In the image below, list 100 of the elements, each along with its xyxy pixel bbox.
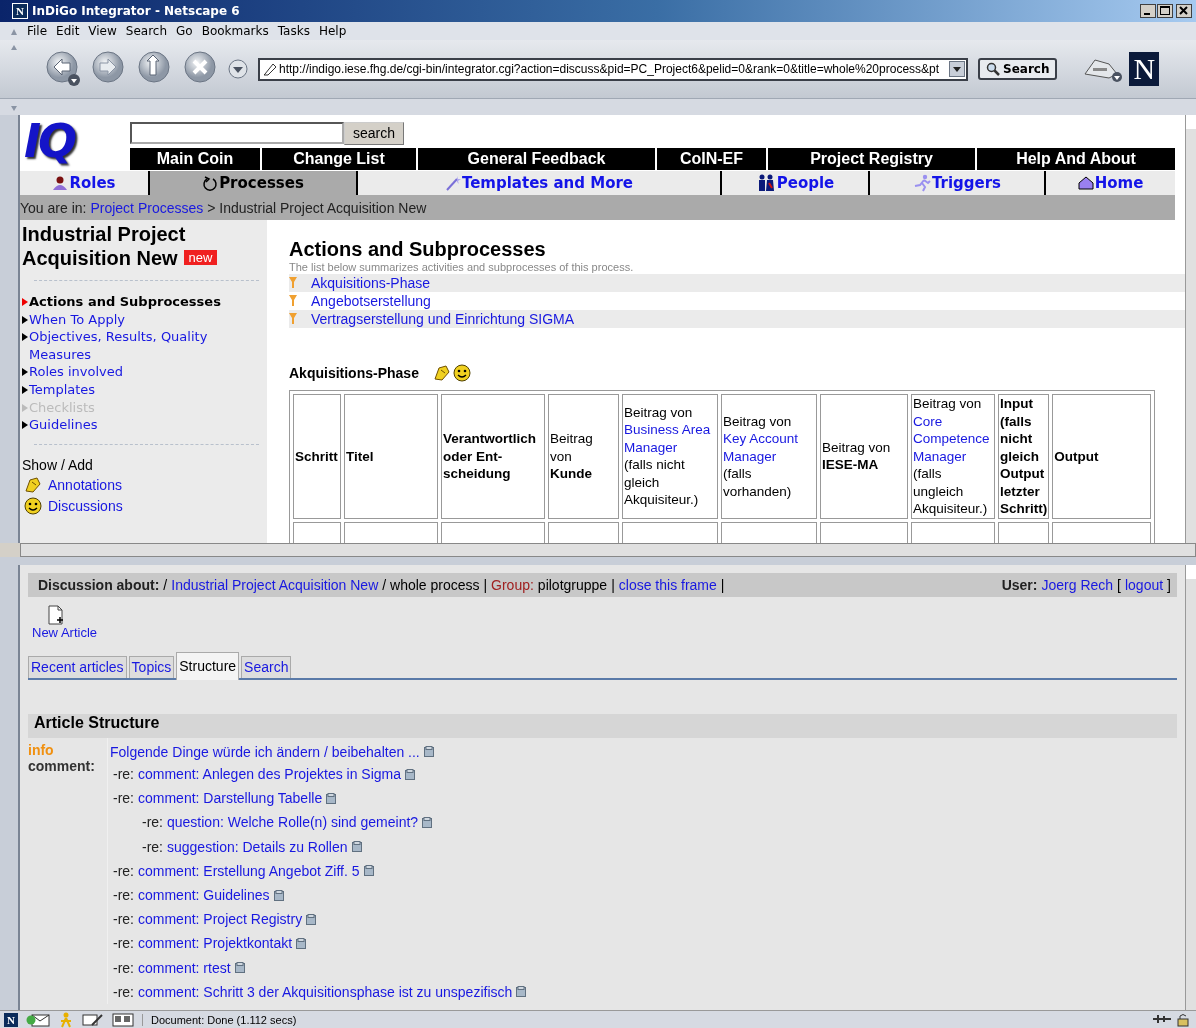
menu-item[interactable]: File bbox=[27, 24, 48, 38]
minimize-icon[interactable] bbox=[1140, 4, 1156, 18]
sidebar-link[interactable]: Templates bbox=[29, 380, 96, 399]
nav-tab[interactable]: Triggers bbox=[870, 171, 1044, 195]
history-dropdown-icon[interactable] bbox=[228, 59, 248, 79]
context-text: pilotgruppe bbox=[537, 577, 608, 593]
menu-item[interactable]: Tasks bbox=[277, 24, 310, 38]
tab[interactable]: Topics bbox=[128, 656, 175, 678]
composer-icon[interactable] bbox=[82, 1012, 104, 1027]
label-text: User: bbox=[1001, 577, 1038, 593]
sidebar-link[interactable]: When To Apply bbox=[29, 310, 125, 329]
nav-tab[interactable]: Templates and More bbox=[358, 171, 720, 195]
vertical-scrollbar[interactable] bbox=[1185, 565, 1196, 1010]
article-link[interactable]: comment: Darstellung Tabelle bbox=[138, 790, 323, 807]
sidebar-link[interactable]: Guidelines bbox=[29, 416, 98, 434]
nav-tab[interactable]: Home bbox=[1046, 171, 1175, 195]
new-article-link[interactable]: New Article bbox=[32, 625, 98, 640]
article-link[interactable]: comment: Erstellung Angebot Ziff. 5 bbox=[138, 862, 360, 879]
search-button[interactable]: search bbox=[344, 121, 405, 145]
breadcrumb-link[interactable]: Project Processes bbox=[90, 199, 204, 216]
document-icon[interactable] bbox=[516, 986, 528, 998]
document-icon[interactable] bbox=[273, 889, 285, 901]
maximize-icon[interactable] bbox=[1157, 4, 1173, 18]
close-icon[interactable] bbox=[1176, 4, 1192, 18]
smiley-icon bbox=[24, 496, 42, 515]
article-link[interactable]: comment: Schritt 3 der Akquisitionsphase ist zu unspezifisch bbox=[138, 983, 513, 1000]
nav-link[interactable]: Main Coin bbox=[130, 148, 260, 170]
menu-item[interactable]: View bbox=[88, 24, 117, 38]
document-icon[interactable] bbox=[326, 792, 338, 804]
dropdown-icon[interactable] bbox=[949, 61, 965, 77]
menu-item[interactable]: Bookmarks bbox=[201, 24, 269, 38]
article-link[interactable]: comment: Anlegen des Projektes in Sigma bbox=[138, 766, 402, 783]
article-link[interactable]: suggestion: Details zu Rollen bbox=[167, 838, 348, 855]
subprocess-link[interactable]: Vertragserstellung und Einrichtung SIGMA bbox=[311, 311, 575, 327]
document-icon[interactable] bbox=[422, 816, 434, 828]
reply-prefix: -re: bbox=[142, 814, 163, 831]
sidebar-link[interactable]: Roles involved bbox=[29, 363, 123, 381]
link[interactable]: Industrial Project Acquisition New bbox=[171, 577, 379, 593]
subprocess-link[interactable]: Akquisitions-Phase bbox=[311, 275, 431, 291]
sidebar-link[interactable]: Actions and Subprocesses bbox=[29, 293, 221, 311]
document-icon[interactable] bbox=[423, 746, 435, 757]
sidebar-link[interactable]: Discussions bbox=[48, 497, 123, 514]
article-link[interactable]: comment: Project Registry bbox=[138, 911, 303, 928]
link[interactable]: logout bbox=[1124, 577, 1164, 593]
role-link[interactable]: Core Competence Manager bbox=[913, 412, 993, 465]
mail-icon[interactable] bbox=[26, 1012, 50, 1027]
article-link[interactable]: comment: Guidelines bbox=[138, 887, 270, 904]
nav-link[interactable]: Project Registry bbox=[768, 148, 975, 170]
column-header: Output bbox=[1052, 394, 1151, 519]
horizontal-scrollbar[interactable] bbox=[20, 543, 1196, 557]
link[interactable]: Joerg Rech bbox=[1041, 577, 1114, 593]
document-icon[interactable] bbox=[363, 865, 375, 877]
document-icon[interactable] bbox=[306, 913, 318, 925]
article-link[interactable]: comment: rtest bbox=[138, 959, 231, 976]
sidebar-link[interactable]: Objectives, Results, Quality Measures bbox=[29, 328, 267, 364]
document-icon[interactable] bbox=[405, 768, 417, 780]
article-link[interactable]: comment: Projektkontakt bbox=[138, 935, 293, 952]
role-link[interactable]: Key Account Manager bbox=[723, 430, 815, 465]
address-field[interactable]: http://indigo.iese.fhg.de/cgi-bin/integrator.cgi?action=discuss&pid=PC_Project6&pelid=0&rank=0&title=whole%20process&pt bbox=[258, 57, 968, 81]
document-icon[interactable] bbox=[296, 937, 308, 949]
menu-item[interactable]: Edit bbox=[56, 24, 80, 38]
menu-item[interactable]: Search bbox=[125, 24, 168, 38]
tab[interactable]: Structure bbox=[176, 652, 240, 680]
search-button[interactable]: Search bbox=[978, 58, 1058, 80]
sidebar-link[interactable]: Annotations bbox=[48, 476, 122, 493]
article-link[interactable]: question: Welche Rolle(n) sind gemeint? bbox=[167, 814, 419, 831]
label-text: Discussion about: bbox=[38, 577, 160, 593]
subprocess-link[interactable]: Angebotserstellung bbox=[311, 293, 431, 309]
nav-link[interactable]: Help And About bbox=[977, 148, 1175, 170]
new-document-icon[interactable] bbox=[48, 605, 64, 625]
article-link[interactable]: Folgende Dinge würde ich ändern / beibehalten ... bbox=[110, 743, 420, 760]
nav-link[interactable]: General Feedback bbox=[418, 148, 655, 170]
column-header: Beitrag von Kunde bbox=[548, 394, 619, 519]
cycle-icon bbox=[202, 175, 219, 191]
link[interactable]: close this frame bbox=[618, 577, 717, 593]
document-icon[interactable] bbox=[351, 841, 363, 853]
browser-logo: N bbox=[1129, 52, 1160, 86]
column-header: Beitrag von Key Account Manager (falls vorhanden) bbox=[721, 394, 817, 519]
section-header: Article Structure bbox=[28, 714, 1177, 738]
nav-link[interactable]: CoIN-EF bbox=[657, 148, 766, 170]
browser-logo[interactable]: N bbox=[4, 1012, 18, 1027]
nav-link[interactable]: Change List bbox=[262, 148, 416, 170]
menu-item[interactable]: Help bbox=[318, 24, 347, 38]
tab[interactable]: Recent articles bbox=[28, 656, 127, 678]
page-icon bbox=[263, 62, 277, 76]
menu-item[interactable]: Go bbox=[176, 24, 193, 38]
address-book-icon[interactable] bbox=[112, 1012, 134, 1027]
document-icon[interactable] bbox=[234, 962, 246, 974]
search-field[interactable] bbox=[130, 122, 344, 144]
nav-tab[interactable]: Processes bbox=[150, 171, 356, 195]
nav-tab[interactable]: Roles bbox=[20, 171, 148, 195]
bracket-text: ] bbox=[1167, 577, 1171, 593]
vertical-scrollbar[interactable] bbox=[1185, 115, 1196, 543]
section-label: Show / Add bbox=[22, 456, 94, 473]
reply-prefix: -re: bbox=[113, 887, 134, 904]
role-link[interactable]: Business Area Manager bbox=[624, 421, 716, 457]
nav-tab[interactable]: People bbox=[722, 171, 868, 195]
bracket-text: [ bbox=[1117, 577, 1121, 593]
tab[interactable]: Search bbox=[241, 656, 292, 678]
context-text: / bbox=[163, 577, 168, 593]
